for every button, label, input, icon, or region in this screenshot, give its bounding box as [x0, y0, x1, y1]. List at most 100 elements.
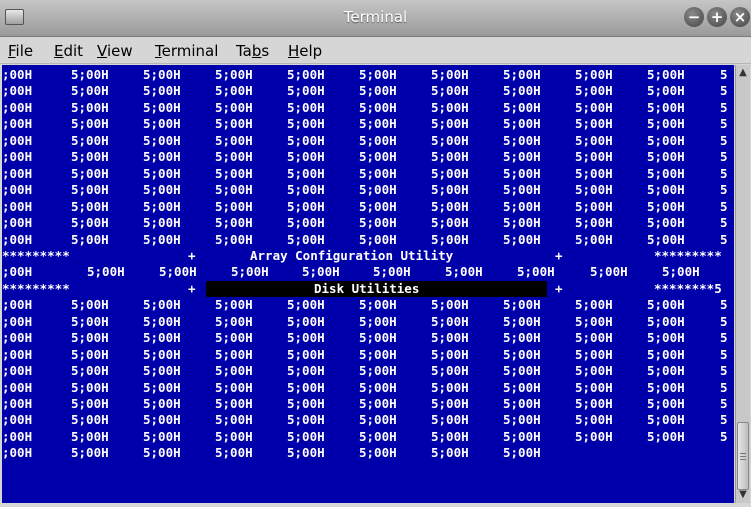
terminal-screen[interactable]: ;00H 5;00H 5;00H 5;00H 5;00H 5;00H 5;00H 5;00H 5… [2, 65, 734, 503]
terminal-text: 5;00H [431, 149, 469, 165]
terminal-text: 5;00H [575, 363, 613, 379]
scroll-down-icon[interactable]: ▼ [737, 489, 749, 501]
menu-edit[interactable]: Edit [54, 42, 83, 60]
terminal-line: ;00H 5;00H 5;00H 5;00H 5;00H 5;00H 5;00H 5;00H 5… [2, 166, 734, 182]
terminal-text: 5;00H [431, 165, 469, 181]
terminal-text: 5;00H [143, 231, 181, 247]
terminal-text: 5;00H [575, 346, 613, 362]
terminal-text: 5;00H [215, 165, 253, 181]
terminal-text: 5;00H [287, 428, 325, 444]
terminal-text: 5;00H [431, 116, 469, 132]
terminal-text: 5;00H [71, 379, 109, 395]
terminal-line: ;00H 5;00H 5;00H 5;00H 5;00H 5;00H 5;00H 5;00H 5… [2, 116, 734, 132]
terminal-text: ********5 [654, 280, 722, 296]
scroll-thumb[interactable] [737, 422, 749, 490]
terminal-text: + [188, 247, 196, 263]
terminal-text: 5;00H [359, 83, 397, 99]
terminal-text: 5;00H [215, 379, 253, 395]
terminal-text: 5;00H [445, 264, 483, 280]
terminal-text: 5;00H [431, 198, 469, 214]
terminal-text: 5;00H [359, 198, 397, 214]
terminal-text: 5;00H [287, 116, 325, 132]
terminal-text: 5;00H [287, 330, 325, 346]
terminal-line: ********* + Array Configuration Utility + **… [2, 248, 734, 264]
terminal-text: 5;00H [71, 99, 109, 115]
terminal-line: ;00H 5;00H 5;00H 5;00H 5;00H 5;00H 5;00H 5;00H 5… [2, 199, 734, 215]
menu-tabs[interactable]: Tabs [236, 42, 269, 60]
disk-utilities-option: Disk Utilities [314, 280, 420, 296]
terminal-text: ;00H [2, 445, 33, 461]
menu-file[interactable]: File [8, 42, 33, 60]
terminal-text: 5;00H [287, 379, 325, 395]
terminal-text: 5;00H [575, 215, 613, 231]
terminal-text: 5;00H [431, 379, 469, 395]
terminal-text: 5;00H [575, 149, 613, 165]
terminal-text: 5;00H [503, 313, 541, 329]
terminal-text: 5;00H [359, 363, 397, 379]
terminal-text: + [555, 280, 563, 296]
terminal-text: 5;00H [287, 346, 325, 362]
scroll-up-icon[interactable]: ▲ [737, 67, 749, 79]
terminal-text: 5;00H [143, 99, 181, 115]
maximize-icon[interactable]: + [707, 7, 727, 27]
terminal-text: 5;00H [71, 198, 109, 214]
terminal-text: 5;00H [503, 412, 541, 428]
terminal-text: 5;00H [71, 83, 109, 99]
terminal-text: 5;00H [143, 165, 181, 181]
terminal-text: 5 [720, 215, 728, 231]
terminal-text: 5 [720, 67, 728, 82]
close-icon[interactable]: × [730, 7, 750, 27]
terminal-text: 5;00H [143, 313, 181, 329]
title-bar[interactable]: Terminal − + × [0, 0, 751, 37]
terminal-text: 5;00H [503, 379, 541, 395]
terminal-text: ;00H [2, 346, 33, 362]
terminal-text: 5;00H [287, 198, 325, 214]
terminal-text: 5 [720, 330, 728, 346]
terminal-text: 5;00H [590, 264, 628, 280]
terminal-text: 5;00H [503, 132, 541, 148]
terminal-text: 5;00H [143, 198, 181, 214]
menu-view[interactable]: View [97, 42, 133, 60]
terminal-text: 5;00H [71, 445, 109, 461]
terminal-text: 5;00H [215, 346, 253, 362]
terminal-text: 5;00H [359, 116, 397, 132]
terminal-text: 5;00H [215, 116, 253, 132]
terminal-text: 5 [720, 297, 728, 313]
terminal-text: 5;00H [71, 182, 109, 198]
terminal-text: ;00H [2, 116, 33, 132]
terminal-text: 5;00H [215, 396, 253, 411]
terminal-text: ;00H [2, 330, 33, 346]
terminal-text: 5;00H [143, 363, 181, 379]
terminal-text: 5;00H [359, 182, 397, 198]
terminal-text: 5;00H [215, 445, 253, 461]
terminal-text: 5 [720, 428, 728, 444]
terminal-line: ;00H 5;00H 5;00H 5;00H 5;00H 5;00H 5;00H 5;00H 5… [2, 83, 734, 99]
vertical-scrollbar[interactable]: ▲ ▼ [735, 65, 750, 503]
terminal-text: 5;00H [503, 330, 541, 346]
terminal-text: 5 [720, 116, 728, 132]
terminal-text: 5;00H [143, 132, 181, 148]
terminal-text: 5;00H [575, 182, 613, 198]
terminal-text: 5;00H [287, 313, 325, 329]
terminal-line: ;00H 5;00H 5;00H 5;00H 5;00H 5;00H 5;00H 5;00H 5… [2, 232, 734, 248]
menu-help[interactable]: Help [288, 42, 322, 60]
terminal-text: 5;00H [647, 379, 685, 395]
terminal-text: 5;00H [575, 412, 613, 428]
menu-terminal[interactable]: Terminal [155, 42, 218, 60]
terminal-text: 5;00H [287, 165, 325, 181]
terminal-text: 5;00H [431, 330, 469, 346]
terminal-text: 5;00H [215, 99, 253, 115]
terminal-text: 5;00H [143, 215, 181, 231]
minimize-icon[interactable]: − [684, 7, 704, 27]
terminal-text: + [188, 280, 196, 296]
terminal-text: 5;00H [503, 165, 541, 181]
terminal-text: ;00H [2, 83, 33, 99]
terminal-text: 5;00H [359, 412, 397, 428]
terminal-text: 5;00H [503, 396, 541, 411]
terminal-text: ;00H [2, 182, 33, 198]
terminal-text: 5;00H [143, 428, 181, 444]
terminal-line: ;00H 5;00H 5;00H 5;00H 5;00H 5;00H 5;00H 5;00H 5… [2, 297, 734, 313]
terminal-text: 5;00H [575, 83, 613, 99]
terminal-text: 5;00H [71, 67, 109, 82]
terminal-text: 5;00H [87, 264, 125, 280]
